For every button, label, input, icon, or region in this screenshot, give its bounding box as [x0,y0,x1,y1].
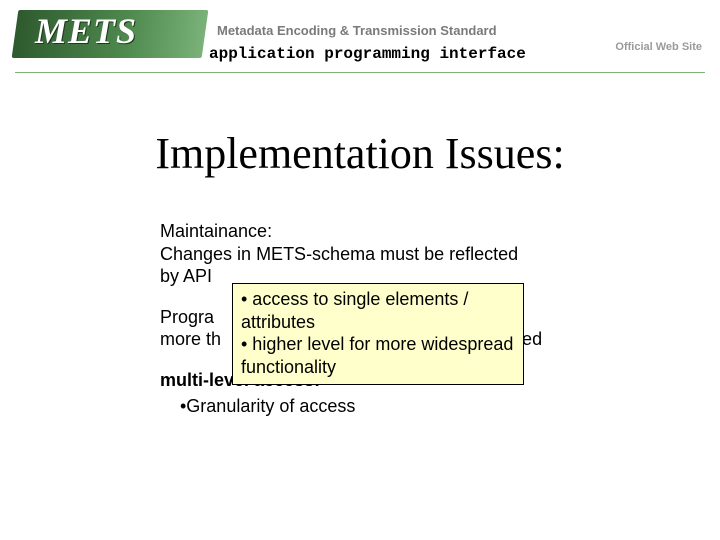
header-banner: METS Metadata Encoding & Transmission St… [0,0,720,70]
paragraph-maintenance: Maintainance: Changes in METS-schema mus… [160,220,660,288]
callout-bullet-1: • access to single elements / attributes [241,288,515,333]
para1-line2: Changes in METS-schema must be reflected [160,243,660,266]
logo-tagline: Metadata Encoding & Transmission Standar… [217,23,497,38]
callout-bullet-2: • higher level for more widespread funct… [241,333,515,378]
slide-title: Implementation Issues: [0,128,720,179]
api-subtitle: application programming interface [205,45,530,63]
para2-line2-prefix: more th [160,329,221,349]
para1-line1: Maintainance: [160,220,660,243]
logo-text: METS [35,10,137,52]
bullet-granularity: •Granularity of access [180,395,660,418]
callout-box: • access to single elements / attributes… [232,283,524,385]
site-label: Official Web Site [615,41,702,53]
logo: METS [15,10,205,58]
